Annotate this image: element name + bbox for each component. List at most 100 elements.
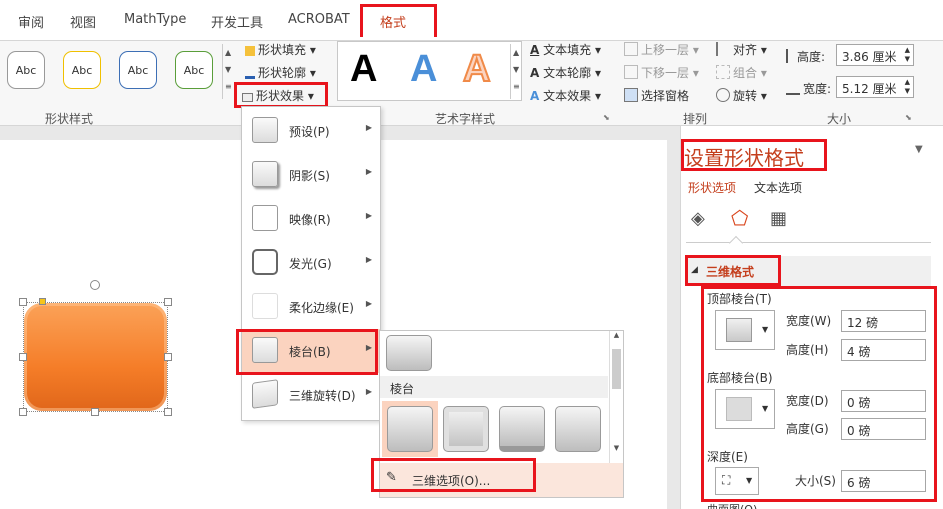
text-effects-button[interactable]: A 文本效果 ▾ bbox=[530, 87, 601, 104]
gallery-scroll[interactable]: ▲ ▼ ≡ bbox=[222, 44, 234, 99]
resize-handle[interactable] bbox=[19, 353, 27, 361]
wordart-gallery-scroll[interactable]: ▲ ▼ ≡ bbox=[510, 44, 522, 99]
tab-acrobat[interactable]: ACROBAT bbox=[288, 12, 350, 27]
spinner-icon[interactable]: ▲ ▼ bbox=[905, 78, 910, 96]
wordart-sample-orange[interactable]: A bbox=[462, 47, 491, 91]
shape-style-sample[interactable]: Abc bbox=[175, 51, 213, 89]
chevron-down-icon: ▼ bbox=[762, 404, 769, 413]
chevron-right-icon: ▶ bbox=[365, 167, 372, 176]
bring-forward-button[interactable]: 上移一层 ▾ bbox=[624, 41, 699, 58]
rotate-handle[interactable] bbox=[90, 280, 100, 290]
height-input[interactable]: 3.86 厘米 ▲ ▼ bbox=[836, 44, 914, 66]
shadow-thumbnail bbox=[252, 161, 278, 187]
bevel-option-circle[interactable] bbox=[387, 406, 433, 452]
menu-item-glow[interactable]: 发光(G) ▶ bbox=[242, 241, 380, 285]
spinner-icon[interactable]: ▲ ▼ bbox=[905, 46, 910, 64]
dialog-launcher-icon[interactable]: ⬊ bbox=[603, 113, 610, 122]
depth-label: 深度(E) bbox=[707, 450, 748, 464]
resize-handle[interactable] bbox=[164, 408, 172, 416]
resize-handle[interactable] bbox=[164, 298, 172, 306]
menu-item-shadow[interactable]: 阴影(S) ▶ bbox=[242, 153, 380, 197]
shape-style-sample[interactable]: Abc bbox=[119, 51, 157, 89]
pane-title: 设置形状格式 bbox=[684, 146, 804, 170]
bring-forward-icon bbox=[624, 42, 638, 56]
tab-developer[interactable]: 开发工具 bbox=[211, 12, 263, 31]
effects-pentagon-icon[interactable]: ⬠ bbox=[731, 206, 748, 230]
resize-handle[interactable] bbox=[19, 298, 27, 306]
tab-view[interactable]: 视图 bbox=[70, 12, 96, 31]
pen-icon bbox=[245, 69, 255, 79]
text-outline-icon: A bbox=[530, 66, 540, 80]
bevel-option[interactable] bbox=[386, 335, 432, 371]
shape-effects-button[interactable]: 形状效果 ▾ bbox=[242, 87, 314, 104]
pane-menu-chevron-icon[interactable]: ▼ bbox=[915, 144, 923, 155]
fill-line-icon[interactable]: ◈ bbox=[691, 208, 705, 229]
section-3d-format[interactable]: 三维格式 bbox=[706, 263, 754, 280]
format-shape-pane: 设置形状格式 ▼ 形状选项 文本选项 ◈ ⬠ ▦ ◢ 三维格式 顶部棱台(T) … bbox=[680, 126, 943, 509]
top-height-input[interactable]: 4 磅 bbox=[841, 339, 926, 361]
depth-color-picker[interactable]: ⛶ ▼ bbox=[715, 467, 759, 495]
top-width-input[interactable]: 12 磅 bbox=[841, 310, 926, 332]
selection-pane-button[interactable]: 选择窗格 bbox=[624, 87, 689, 104]
size-properties-icon[interactable]: ▦ bbox=[770, 208, 787, 229]
width-icon bbox=[786, 87, 800, 95]
top-height-label: 高度(H) bbox=[786, 343, 829, 357]
menu-item-soft-edges[interactable]: 柔化边缘(E) ▶ bbox=[242, 285, 380, 329]
rotate-button[interactable]: 旋转 ▾ bbox=[716, 87, 767, 104]
chevron-right-icon: ▶ bbox=[365, 299, 372, 308]
ribbon-tab-bar: 审阅 视图 MathType 开发工具 ACROBAT 格式 bbox=[0, 0, 943, 40]
dialog-launcher-icon[interactable]: ⬊ bbox=[905, 113, 912, 122]
chevron-right-icon: ▶ bbox=[365, 123, 372, 132]
text-effects-icon: A bbox=[530, 89, 540, 103]
adjust-handle[interactable] bbox=[39, 298, 46, 305]
tab-format[interactable]: 格式 bbox=[380, 12, 406, 31]
wordart-gallery: A A A bbox=[337, 41, 522, 101]
depth-size-label: 大小(S) bbox=[795, 474, 836, 488]
rotate-icon bbox=[716, 88, 730, 102]
bottom-width-input[interactable]: 0 磅 bbox=[841, 390, 926, 412]
group-button[interactable]: 组合 ▾ bbox=[716, 64, 767, 81]
align-icon bbox=[716, 42, 730, 56]
bottom-height-input[interactable]: 0 磅 bbox=[841, 418, 926, 440]
text-fill-button[interactable]: A 文本填充 ▾ bbox=[530, 41, 601, 58]
send-backward-button[interactable]: 下移一层 ▾ bbox=[624, 64, 699, 81]
shape-style-sample[interactable]: Abc bbox=[63, 51, 101, 89]
wordart-sample-black[interactable]: A bbox=[350, 48, 377, 91]
tab-review[interactable]: 审阅 bbox=[18, 12, 44, 31]
bevel-option-cross[interactable] bbox=[499, 406, 545, 452]
bevel-item-highlight bbox=[236, 329, 378, 375]
orange-rounded-rectangle[interactable] bbox=[24, 303, 167, 411]
width-input[interactable]: 5.12 厘米 ▲ ▼ bbox=[836, 76, 914, 98]
text-outline-button[interactable]: A 文本轮廓 ▾ bbox=[530, 64, 601, 81]
resize-handle[interactable] bbox=[19, 408, 27, 416]
selection-pane-icon bbox=[624, 88, 638, 102]
bottom-bevel-picker[interactable]: ▼ bbox=[715, 389, 775, 429]
bevel-option-relaxed-inset[interactable] bbox=[443, 406, 489, 452]
tab-mathtype[interactable]: MathType bbox=[124, 12, 186, 27]
wordart-sample-blue[interactable]: A bbox=[410, 48, 437, 91]
height-icon bbox=[786, 49, 794, 63]
menu-item-preset[interactable]: 预设(P) ▶ bbox=[242, 109, 380, 153]
menu-item-3d-rotation[interactable]: 三维旋转(D) ▶ bbox=[242, 373, 380, 417]
tab-text-options[interactable]: 文本选项 bbox=[754, 179, 802, 196]
depth-size-input[interactable]: 6 磅 bbox=[841, 470, 926, 492]
tab-shape-options[interactable]: 形状选项 bbox=[688, 179, 736, 196]
top-bevel-picker[interactable]: ▼ bbox=[715, 310, 775, 350]
top-width-label: 宽度(W) bbox=[786, 314, 832, 328]
bevel-section-header: 棱台 bbox=[380, 376, 608, 398]
resize-handle[interactable] bbox=[91, 408, 99, 416]
shape-outline-button[interactable]: 形状轮廓 ▾ bbox=[245, 64, 316, 81]
width-label: 宽度: bbox=[786, 80, 831, 97]
bevel-option-cool-slant[interactable] bbox=[555, 406, 601, 452]
collapse-triangle-icon[interactable]: ◢ bbox=[691, 265, 698, 275]
bottom-width-label: 宽度(D) bbox=[786, 394, 829, 408]
menu-item-reflection[interactable]: 映像(R) ▶ bbox=[242, 197, 380, 241]
shape-fill-button[interactable]: 形状填充 ▾ bbox=[245, 41, 316, 58]
resize-handle[interactable] bbox=[164, 353, 172, 361]
shape-style-sample[interactable]: Abc bbox=[7, 51, 45, 89]
align-button[interactable]: 对齐 ▾ bbox=[716, 41, 767, 58]
group-label-shape-styles: 形状样式 bbox=[45, 112, 94, 126]
submenu-scrollbar[interactable]: ▲ ▼ bbox=[609, 331, 623, 463]
contour-label: 曲面图(O) bbox=[707, 501, 757, 509]
top-bevel-label: 顶部棱台(T) bbox=[707, 292, 772, 306]
